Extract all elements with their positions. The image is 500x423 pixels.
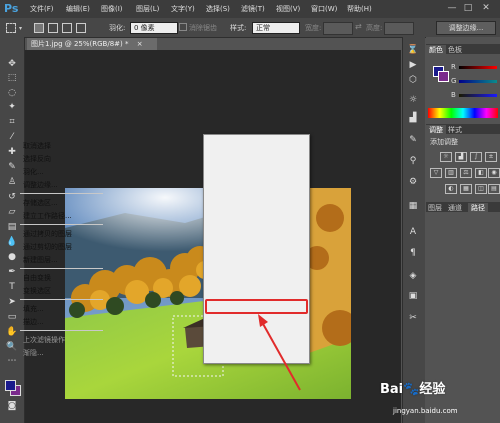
tab-layers[interactable]: 图层 <box>428 203 442 213</box>
channel-g-label: G <box>451 77 457 85</box>
bw-adj-icon[interactable]: ◧ <box>475 168 487 178</box>
levels-adj-icon[interactable]: ▟ <box>455 152 467 162</box>
layers-panel-tabs: 图层 通道 路径 <box>426 202 500 213</box>
tab-styles[interactable]: 样式 <box>448 125 462 135</box>
photo-filter-adj-icon[interactable]: ◉ <box>488 168 500 178</box>
notes-icon[interactable]: ▣ <box>406 290 420 302</box>
brightness-panel-icon[interactable]: ☼ <box>406 94 420 106</box>
annotation-arrow <box>258 314 301 391</box>
tab-channels[interactable]: 通道 <box>448 203 462 213</box>
baidu-brand: Bai <box>380 382 404 397</box>
slider-b[interactable] <box>459 94 497 97</box>
exposure-adj-icon[interactable]: ± <box>485 152 497 162</box>
slider-g[interactable] <box>459 80 497 83</box>
add-adjustment-label: 添加调整 <box>430 138 458 146</box>
color-panel-tabs: 颜色 色板 <box>426 44 500 55</box>
slider-r[interactable] <box>459 66 497 69</box>
tab-swatches[interactable]: 色板 <box>448 45 462 55</box>
invert-adj-icon[interactable]: ◐ <box>445 184 457 194</box>
tool-presets-icon[interactable]: ⚙ <box>406 176 420 188</box>
timeline-icon[interactable]: ▦ <box>406 200 420 212</box>
baidu-paw-icon: 🐾 <box>403 382 420 397</box>
clone-source-icon[interactable]: ⚲ <box>406 155 420 167</box>
adjust-panel-tabs: 调整 样式 <box>426 124 500 135</box>
posterize-adj-icon[interactable]: ▦ <box>460 184 472 194</box>
navigator-panel-icon[interactable]: ⬡ <box>406 74 420 86</box>
actions-panel-icon[interactable]: ▶ <box>406 59 420 71</box>
brush-panel-icon[interactable]: ✎ <box>406 134 420 146</box>
baidu-watermark: Bai🐾经验 <box>380 378 445 397</box>
channel-b-label: B <box>451 91 456 99</box>
channel-r-label: R <box>451 63 456 71</box>
color-spectrum[interactable] <box>428 108 498 118</box>
threshold-adj-icon[interactable]: ◫ <box>475 184 487 194</box>
baidu-brand-cn: 经验 <box>419 382 446 397</box>
histogram-panel-icon[interactable]: ▟ <box>406 112 420 124</box>
curves-adj-icon[interactable]: ∫ <box>470 152 482 162</box>
layer-comps-icon[interactable]: ◈ <box>406 270 420 282</box>
gradient-map-adj-icon[interactable]: ▤ <box>488 184 500 194</box>
tools-extra-icon[interactable]: ✂ <box>406 312 420 324</box>
vibrance-adj-icon[interactable]: ▽ <box>430 168 442 178</box>
brightness-adj-icon[interactable]: ☼ <box>440 152 452 162</box>
tab-paths[interactable]: 路径 <box>468 203 488 213</box>
history-panel-icon[interactable]: ⌛ <box>406 44 420 56</box>
tab-adjustments[interactable]: 调整 <box>426 125 446 135</box>
character-panel-icon[interactable]: A <box>406 226 420 238</box>
baidu-url: jingyan.baidu.com <box>393 407 458 415</box>
hue-sat-adj-icon[interactable]: ▥ <box>445 168 457 178</box>
tab-color[interactable]: 颜色 <box>426 45 446 55</box>
color-balance-adj-icon[interactable]: ⚖ <box>460 168 472 178</box>
paragraph-panel-icon[interactable]: ¶ <box>406 247 420 259</box>
bg-color-chip[interactable] <box>438 71 449 82</box>
